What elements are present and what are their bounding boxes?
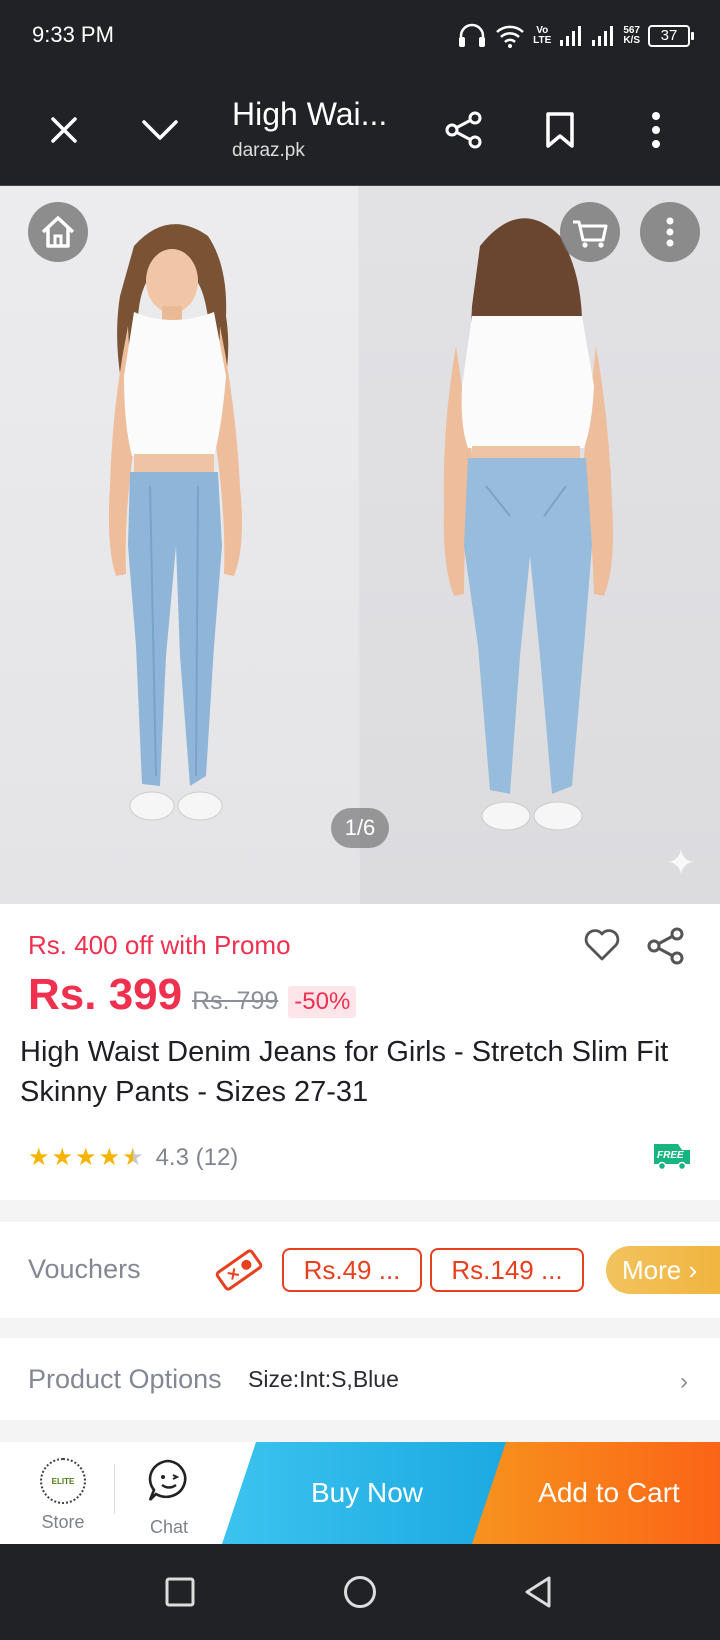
volte-bottom: LTE [533, 35, 552, 46]
free-badge-text: FREE [657, 1150, 684, 1161]
image-counter: 1/6 [331, 808, 389, 848]
chat-button[interactable]: Chat [124, 1458, 214, 1538]
product-title: High Waist Denim Jeans for Girls - Stret… [20, 1036, 669, 1108]
volte-indicator: Vo LTE [533, 26, 551, 46]
star-icon: ★ [28, 1144, 50, 1171]
share-icon[interactable] [646, 926, 686, 971]
vouchers-label: Vouchers [28, 1254, 141, 1284]
chevron-right-icon: › [688, 1255, 698, 1285]
store-button[interactable]: ELITE Store [18, 1458, 108, 1533]
promo-text[interactable]: Rs. 400 off with Promo [28, 930, 291, 961]
more-vouchers-button[interactable]: More › [606, 1246, 720, 1294]
status-time: 9:33 PM [32, 22, 114, 47]
close-icon[interactable] [36, 102, 92, 158]
more-label: More [622, 1255, 682, 1285]
home-icon[interactable] [28, 202, 88, 262]
speed-unit: K/S [623, 35, 640, 46]
bottom-action-bar: ELITE Store Chat Buy Now Add to Cart [0, 1442, 720, 1544]
current-price: Rs. 399 [28, 970, 183, 1019]
star-icon: ★ [98, 1144, 121, 1171]
price-row: Rs. 399 Rs. 799 -50% [28, 970, 357, 1020]
network-speed: 567 K/S [623, 26, 640, 46]
chat-label: Chat [149, 1517, 189, 1537]
chevron-right-icon: › [680, 1368, 688, 1395]
original-price: Rs. 799 [192, 987, 279, 1015]
bookmark-icon[interactable] [532, 102, 588, 158]
share-icon[interactable] [436, 102, 492, 158]
custom-tab-bar: High Wai... daraz.pk [0, 74, 720, 186]
more-vertical-icon[interactable] [640, 202, 700, 262]
wishlist-heart-icon[interactable] [584, 928, 620, 967]
add-to-cart-button[interactable]: Add to Cart [472, 1442, 720, 1544]
rating-row[interactable]: ★ ★ ★ ★ ★ 4.3 (12) [28, 1144, 238, 1172]
discount-badge: -50% [288, 986, 357, 1018]
half-star-icon: ★ [122, 1144, 144, 1171]
signal-icon [560, 26, 582, 46]
signal-icon [592, 26, 614, 46]
cart-icon[interactable] [560, 202, 620, 262]
system-nav-bar [0, 1544, 720, 1640]
sparkle-icon: ✦ [665, 842, 696, 883]
buy-now-button[interactable]: Buy Now [222, 1442, 512, 1544]
battery-icon: 37 [648, 25, 694, 47]
status-bar: 9:33 PM Vo LTE 567 K/S 37 [0, 0, 720, 74]
product-photo-back[interactable] [360, 186, 720, 904]
options-value: Size:Int:S,Blue [248, 1366, 399, 1392]
vouchers-card[interactable]: Vouchers Rs.49 ... Rs.149 ... More › [0, 1222, 720, 1318]
store-logo-text: ELITE [51, 1476, 75, 1486]
store-logo: ELITE [40, 1458, 86, 1504]
voucher-chip[interactable]: Rs.49 ... [282, 1248, 422, 1292]
options-label: Product Options [28, 1364, 222, 1394]
star-icon: ★ [75, 1144, 97, 1171]
star-icon: ★ [51, 1144, 74, 1171]
home-nav-icon[interactable] [338, 1570, 382, 1614]
status-icons: Vo LTE 567 K/S 37 [457, 20, 694, 52]
voucher-ticket-icon [214, 1246, 264, 1299]
wifi-icon [496, 25, 525, 48]
product-options-row[interactable]: Product Options Size:Int:S,Blue › [0, 1338, 720, 1420]
divider [114, 1464, 115, 1514]
product-photo-front[interactable] [0, 186, 358, 904]
chevron-down-icon[interactable] [132, 102, 188, 158]
back-icon[interactable] [516, 1570, 560, 1614]
rating-text: 4.3 (12) [155, 1144, 239, 1171]
free-shipping-badge: FREE [648, 1140, 692, 1175]
tab-title[interactable]: High Wai... [232, 96, 387, 133]
store-label: Store [41, 1512, 85, 1532]
recents-icon[interactable] [158, 1570, 202, 1614]
headphones-icon [459, 23, 486, 47]
product-image-gallery[interactable]: 1/6 ✦ [0, 186, 720, 904]
more-vertical-icon[interactable] [628, 102, 684, 158]
voucher-chip[interactable]: Rs.149 ... [430, 1248, 584, 1292]
chat-icon [148, 1459, 187, 1501]
tab-url[interactable]: daraz.pk [232, 140, 305, 162]
product-info-card: Rs. 400 off with Promo Rs. 399 Rs. 799 -… [0, 904, 720, 1200]
